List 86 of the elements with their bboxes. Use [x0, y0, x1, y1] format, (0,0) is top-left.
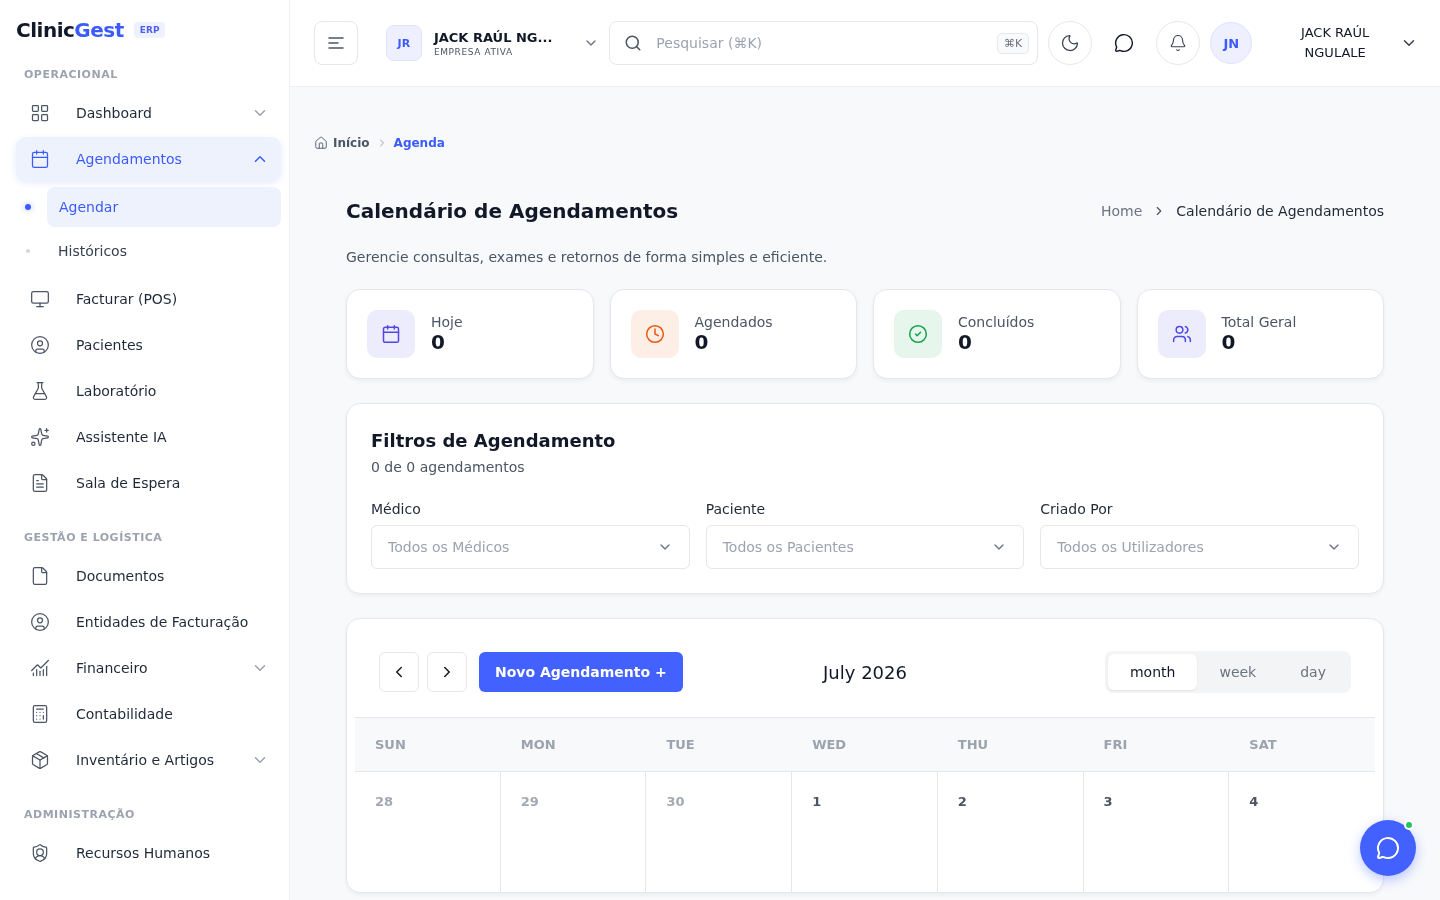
menu-icon	[326, 36, 345, 50]
online-dot	[1404, 820, 1414, 830]
notifications-button[interactable]	[1156, 21, 1201, 65]
search-icon	[624, 34, 643, 52]
weekday-header: THU	[937, 718, 1084, 772]
submenu-item[interactable]: Históricos	[46, 231, 281, 271]
grid-icon	[30, 103, 50, 123]
stat-value: 0	[1221, 330, 1237, 354]
app-logo: ClinicGest	[16, 18, 124, 42]
breadcrumb-link[interactable]: Início	[314, 136, 370, 150]
stat-value: 0	[694, 330, 710, 354]
sidebar-item[interactable]: Entidades de Facturação	[16, 600, 281, 644]
menu-button[interactable]	[314, 21, 358, 65]
sidebar-item[interactable]: Dashboard	[16, 91, 281, 135]
sidebar-item[interactable]: Sala de Espera	[16, 461, 281, 505]
flask-icon	[30, 381, 50, 401]
chart-icon	[30, 658, 50, 678]
sidebar-item[interactable]: Contabilidade	[16, 692, 281, 736]
search-bar[interactable]: Pesquisar (⌘K) ⌘K	[609, 21, 1039, 65]
chat-icon	[1376, 836, 1400, 860]
weekday-header: MON	[500, 718, 647, 772]
moon-icon	[1060, 33, 1081, 53]
sidebar-item[interactable]: Documentos	[16, 554, 281, 598]
section-title: ADMINISTRAÇÃO	[24, 808, 136, 821]
weekday-header: SUN	[355, 718, 501, 772]
day-number[interactable]: 3	[1103, 794, 1113, 809]
user-name[interactable]: JACK RAÚL NGULALE	[1280, 23, 1391, 63]
erp-badge: ERP	[133, 22, 166, 38]
user-circle-icon	[30, 612, 50, 632]
stat-label: Total Geral	[1221, 314, 1297, 330]
chat-icon	[1114, 33, 1135, 53]
sidebar-item[interactable]: Facturar (POS)	[16, 277, 281, 321]
day-number[interactable]: 1	[812, 794, 822, 809]
stat-value: 0	[958, 330, 973, 354]
breadcrumb-text: Calendário de Agendamentos	[1176, 203, 1384, 219]
view-tab[interactable]: week	[1197, 654, 1279, 690]
sidebar-item[interactable]: Laboratório	[16, 369, 281, 413]
page-title: Calendário de Agendamentos	[346, 199, 679, 223]
shield-user-icon	[30, 843, 50, 863]
stat-label: Concluídos	[958, 314, 1035, 330]
stat-label: Hoje	[431, 314, 463, 330]
sidebar-item[interactable]: Financeiro	[16, 646, 281, 690]
sidebar-item[interactable]: Recursos Humanos	[16, 831, 281, 875]
box-icon	[30, 750, 50, 770]
day-number[interactable]: 2	[957, 794, 967, 809]
theme-toggle-button[interactable]	[1048, 21, 1093, 65]
section-title: GESTÃO E LOGÍSTICA	[24, 531, 164, 544]
breadcrumb-link[interactable]: Agenda	[393, 136, 445, 150]
appointments-count: 0 de 0 agendamentos	[371, 459, 526, 475]
home-icon	[314, 136, 328, 150]
sidebar-item[interactable]: Pacientes	[16, 323, 281, 367]
filters-title: Filtros de Agendamento	[371, 430, 617, 451]
calendar-title: July 2026	[823, 661, 907, 683]
sidebar-item[interactable]: Agendamentos	[16, 137, 281, 181]
stat-label: Agendados	[694, 314, 773, 330]
file-icon	[30, 566, 50, 586]
search-field[interactable]: Pesquisar (⌘K)	[654, 34, 986, 52]
weekday-header: TUE	[646, 718, 793, 772]
calendar-icon	[30, 149, 50, 169]
section-title: OPERACIONAL	[24, 68, 119, 81]
user-circle-icon	[30, 335, 50, 355]
company-switcher[interactable]: JR JACK RAÚL NG... EMPRESA ATIVA	[385, 25, 600, 61]
sidebar-item[interactable]: Inventário e Artigos	[16, 738, 281, 782]
shortcut-hint: ⌘K	[997, 32, 1030, 54]
user-avatar[interactable]: JN	[1210, 22, 1253, 64]
field-label: Médico	[371, 501, 422, 517]
stat-value: 0	[431, 330, 446, 354]
document-icon	[30, 473, 50, 493]
day-number[interactable]: 4	[1249, 794, 1259, 809]
bell-icon	[1169, 34, 1188, 52]
submenu-item[interactable]: Agendar	[47, 187, 281, 227]
view-tab[interactable]: day	[1278, 654, 1348, 690]
breadcrumb-text: Home	[1100, 203, 1143, 219]
calculator-icon	[30, 704, 50, 724]
weekday-header: SAT	[1229, 718, 1375, 772]
chat-button[interactable]	[1360, 820, 1416, 876]
monitor-icon	[30, 289, 50, 309]
page-description: Gerencie consultas, exames e retornos de forma simples e eficiente.	[346, 249, 829, 265]
sparkles-icon	[30, 427, 50, 447]
weekday-header: WED	[792, 718, 938, 772]
field-label: Criado Por	[1040, 501, 1114, 517]
sidebar-item[interactable]: Assistente IA	[16, 415, 281, 459]
view-tab[interactable]: month	[1108, 654, 1198, 690]
new-appointment-button[interactable]: Novo Agendamento +	[479, 652, 683, 692]
field-label: Paciente	[705, 501, 767, 517]
weekday-header: FRI	[1083, 718, 1230, 772]
